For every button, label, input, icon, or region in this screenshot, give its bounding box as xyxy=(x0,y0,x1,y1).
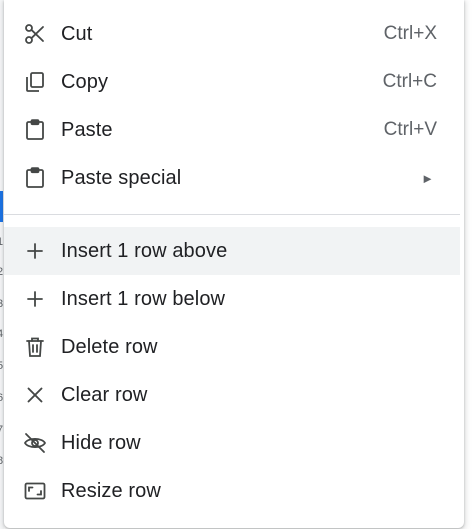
menu-item-label: Delete row xyxy=(61,335,158,358)
menu-item-copy[interactable]: Copy Ctrl+C xyxy=(4,58,460,106)
menu-item-label: Resize row xyxy=(61,479,161,502)
menu-item-paste[interactable]: Paste Ctrl+V xyxy=(4,106,460,154)
menu-item-label: Copy xyxy=(61,70,109,93)
paste-icon xyxy=(23,118,47,142)
menu-item-label: Paste xyxy=(61,118,113,141)
menu-item-cut[interactable]: Cut Ctrl+X xyxy=(4,10,460,58)
context-menu-list: Cut Ctrl+X Copy Ctrl+C Paste Ctrl+V Past… xyxy=(4,10,460,515)
keyboard-shortcut: Ctrl+C xyxy=(382,71,437,92)
close-icon xyxy=(23,383,47,407)
eye-off-icon xyxy=(23,431,47,455)
menu-item-label: Paste special xyxy=(61,166,182,189)
submenu-arrow-icon: ► xyxy=(421,170,434,186)
menu-item-resize-row[interactable]: Resize row xyxy=(4,467,460,515)
menu-item-clear-row[interactable]: Clear row xyxy=(4,371,460,419)
paste-special-icon xyxy=(23,166,47,190)
menu-item-hide-row[interactable]: Hide row xyxy=(4,419,460,467)
resize-icon xyxy=(23,479,47,503)
menu-item-label: Insert 1 row above xyxy=(61,239,228,262)
menu-divider xyxy=(4,214,460,215)
menu-item-paste-special[interactable]: Paste special ► xyxy=(4,154,460,202)
trash-icon xyxy=(23,335,47,359)
keyboard-shortcut: Ctrl+V xyxy=(383,119,437,140)
menu-item-label: Clear row xyxy=(61,383,148,406)
keyboard-shortcut: Ctrl+X xyxy=(383,23,437,44)
menu-item-label: Cut xyxy=(61,22,93,45)
menu-item-label: Hide row xyxy=(61,431,141,454)
context-menu: Cut Ctrl+X Copy Ctrl+C Paste Ctrl+V Past… xyxy=(4,0,464,528)
plus-icon xyxy=(23,287,47,311)
menu-item-insert-row-above[interactable]: Insert 1 row above xyxy=(4,227,460,275)
plus-icon xyxy=(23,239,47,263)
menu-item-delete-row[interactable]: Delete row xyxy=(4,323,460,371)
menu-item-label: Insert 1 row below xyxy=(61,287,226,310)
scissors-icon xyxy=(23,22,47,46)
selected-row-indicator xyxy=(0,191,3,222)
copy-icon xyxy=(23,70,47,94)
menu-item-insert-row-below[interactable]: Insert 1 row below xyxy=(4,275,460,323)
